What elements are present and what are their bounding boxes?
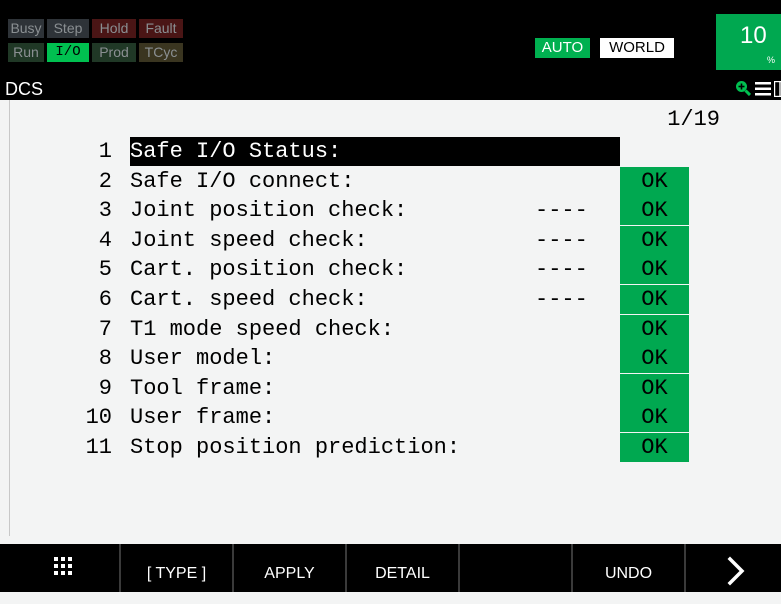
status-busy: Busy xyxy=(8,19,44,38)
mode-indicator: AUTO xyxy=(535,38,590,58)
teach-pendant-screen: Busy Step Hold Fault Run I/O Prod TCyc A… xyxy=(0,0,781,592)
row-dash: ---- xyxy=(535,255,605,284)
row-number: 5 xyxy=(60,255,112,284)
row-label: User model: xyxy=(130,344,275,373)
detail-button[interactable]: DETAIL xyxy=(347,544,458,592)
speed-override-value: 10 xyxy=(740,22,767,50)
status-ok-badge: OK xyxy=(620,374,689,403)
row-number: 2 xyxy=(60,167,112,196)
f4-button[interactable] xyxy=(460,544,571,592)
status-hold: Hold xyxy=(92,19,136,38)
row-label: Safe I/O connect: xyxy=(130,167,354,196)
row-dash: ---- xyxy=(535,285,605,314)
dcs-row[interactable]: 5 Cart. position check: ---- OK xyxy=(0,255,781,284)
dcs-row[interactable]: 1 Safe I/O Status: xyxy=(0,137,781,166)
type-button[interactable]: [ TYPE ] xyxy=(121,544,232,592)
row-label: Stop position prediction: xyxy=(130,433,460,462)
dcs-row[interactable]: 10 User frame: OK xyxy=(0,403,781,432)
status-ok-badge: OK xyxy=(620,196,689,225)
status-ok-badge: OK xyxy=(620,285,689,314)
row-label: Joint speed check: xyxy=(130,226,368,255)
status-step: Step xyxy=(47,19,89,38)
status-ok-badge: OK xyxy=(620,433,689,462)
speed-override-unit: % xyxy=(767,55,775,65)
undo-button[interactable]: UNDO xyxy=(573,544,684,592)
status-run: Run xyxy=(8,43,44,62)
row-label: Joint position check: xyxy=(130,196,407,225)
coord-frame-indicator: WORLD xyxy=(600,38,674,58)
status-ok-badge: OK xyxy=(620,255,689,284)
status-tcyc: TCyc xyxy=(139,43,183,62)
dcs-row[interactable]: 11 Stop position prediction: OK xyxy=(0,433,781,462)
status-fault: Fault xyxy=(139,19,183,38)
dcs-row[interactable]: 2 Safe I/O connect: OK xyxy=(0,167,781,196)
zoom-icon[interactable] xyxy=(735,80,751,96)
dcs-row[interactable]: 7 T1 mode speed check: OK xyxy=(0,315,781,344)
menu-icon[interactable] xyxy=(755,82,771,96)
status-ok-badge: OK xyxy=(620,344,689,373)
status-ok-badge: OK xyxy=(620,226,689,255)
row-number: 3 xyxy=(60,196,112,225)
split-view-icon[interactable] xyxy=(774,81,781,97)
status-prod: Prod xyxy=(92,43,136,62)
row-label: Tool frame: xyxy=(130,374,275,403)
apply-button[interactable]: APPLY xyxy=(234,544,345,592)
status-ok-badge: OK xyxy=(620,315,689,344)
dcs-row[interactable]: 6 Cart. speed check: ---- OK xyxy=(0,285,781,314)
row-number: 6 xyxy=(60,285,112,314)
row-label-selected: Safe I/O Status: xyxy=(130,137,620,166)
status-ok-badge: OK xyxy=(620,403,689,432)
row-number: 8 xyxy=(60,344,112,373)
dcs-row[interactable]: 8 User model: OK xyxy=(0,344,781,373)
dcs-row[interactable]: 9 Tool frame: OK xyxy=(0,374,781,403)
row-dash: ---- xyxy=(535,196,605,225)
page-title: DCS xyxy=(5,79,43,99)
dcs-row[interactable]: 4 Joint speed check: ---- OK xyxy=(0,226,781,255)
dcs-row[interactable]: 3 Joint position check: ---- OK xyxy=(0,196,781,225)
page-indicator: 1/19 xyxy=(640,105,720,134)
row-number: 11 xyxy=(60,433,112,462)
row-number: 9 xyxy=(60,374,112,403)
row-number: 1 xyxy=(60,137,112,166)
row-label: Cart. position check: xyxy=(130,255,407,284)
row-dash: ---- xyxy=(535,226,605,255)
status-ok-badge: OK xyxy=(620,167,689,196)
chevron-right-icon xyxy=(725,556,747,586)
row-number: 10 xyxy=(60,403,112,432)
row-label: Cart. speed check: xyxy=(130,285,368,314)
status-io: I/O xyxy=(47,43,89,62)
title-bar xyxy=(0,77,781,100)
row-number: 4 xyxy=(60,226,112,255)
row-label: User frame: xyxy=(130,403,275,432)
grid-icon xyxy=(54,557,72,575)
row-label: T1 mode speed check: xyxy=(130,315,394,344)
row-number: 7 xyxy=(60,315,112,344)
